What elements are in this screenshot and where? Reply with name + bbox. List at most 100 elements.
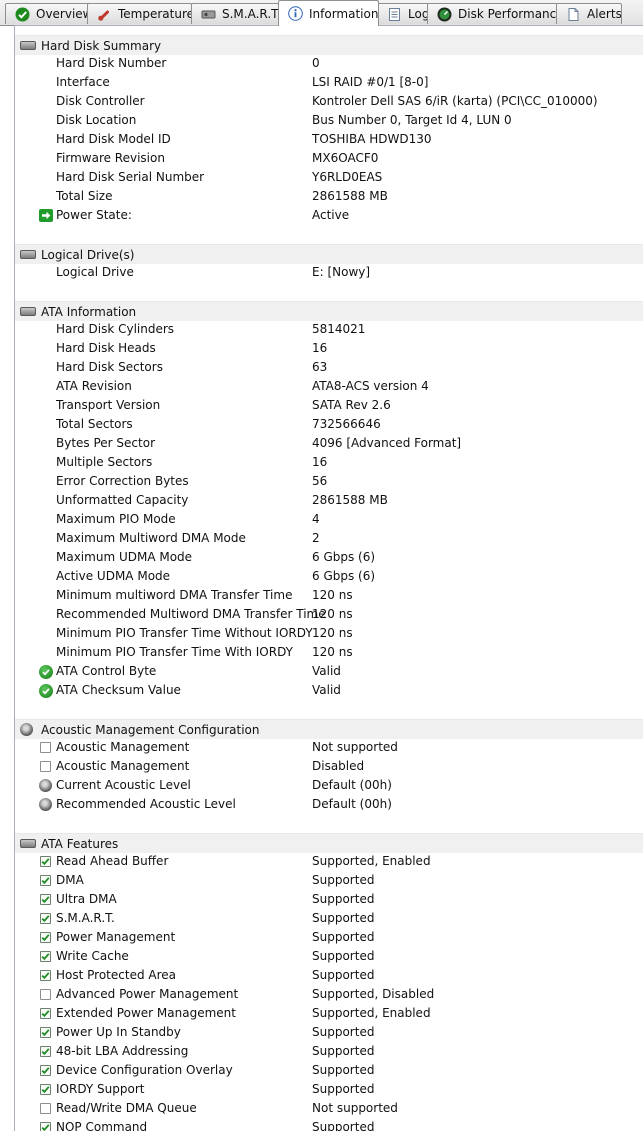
checked-checkbox-icon[interactable] xyxy=(38,1063,53,1078)
property-label: Active UDMA Mode xyxy=(56,569,171,583)
property-label: Error Correction Bytes xyxy=(56,474,189,488)
property-value: 2861588 MB xyxy=(312,493,388,507)
property-row: Minimum PIO Transfer Time With IORDY 120 … xyxy=(15,643,643,662)
property-row: Ultra DMA Supported xyxy=(15,890,643,909)
property-value: Y6RLD0EAS xyxy=(312,170,383,184)
property-value: Supported xyxy=(312,873,375,887)
property-row: Transport Version SATA Rev 2.6 xyxy=(15,396,643,415)
section-header: Logical Drive(s) xyxy=(15,244,643,264)
disk-icon xyxy=(20,838,38,850)
property-label: Power State: xyxy=(56,208,132,222)
tab-log[interactable]: Log xyxy=(377,3,430,24)
checked-checkbox-icon[interactable] xyxy=(38,1120,53,1131)
property-value: Default (00h) xyxy=(312,797,392,811)
property-label: Power Up In Standby xyxy=(56,1025,181,1039)
tab-label: Temperature xyxy=(118,7,192,21)
tab-strip: Overview Temperature S.M.A.R.T. Information… xyxy=(0,0,643,26)
property-value: 120 ns xyxy=(312,645,353,659)
tab-overview[interactable]: Overview xyxy=(5,3,91,24)
property-row: Read/Write DMA Queue Not supported xyxy=(15,1099,643,1118)
property-value: Not supported xyxy=(312,740,398,754)
section-header: Hard Disk Summary xyxy=(15,35,643,55)
tab-disk-performance[interactable]: Disk Performance xyxy=(427,3,558,24)
checked-checkbox-icon[interactable] xyxy=(38,1082,53,1097)
tab-information[interactable]: Information xyxy=(278,0,379,26)
checked-checkbox-icon[interactable] xyxy=(38,930,53,945)
checked-checkbox-icon[interactable] xyxy=(38,873,53,888)
property-value: Supported xyxy=(312,1025,375,1039)
disk-icon xyxy=(20,249,38,261)
property-row: IORDY Support Supported xyxy=(15,1080,643,1099)
property-row: Recommended Acoustic Level Default (00h) xyxy=(15,795,643,814)
property-value: Supported, Disabled xyxy=(312,987,435,1001)
checked-checkbox-icon[interactable] xyxy=(38,949,53,964)
gauge-icon xyxy=(437,7,452,22)
property-row: Minimum multiword DMA Transfer Time 120 n… xyxy=(15,586,643,605)
property-value: Supported, Enabled xyxy=(312,1006,431,1020)
property-label: Hard Disk Cylinders xyxy=(56,322,175,336)
property-value: 6 Gbps (6) xyxy=(312,550,376,564)
checked-checkbox-icon[interactable] xyxy=(38,911,53,926)
property-label: Total Sectors xyxy=(56,417,133,431)
checked-checkbox-icon[interactable] xyxy=(38,1044,53,1059)
checked-checkbox-icon[interactable] xyxy=(38,892,53,907)
section-header: ATA Features xyxy=(15,833,643,853)
property-value: 6 Gbps (6) xyxy=(312,569,376,583)
checked-checkbox-icon[interactable] xyxy=(38,1006,53,1021)
property-row: ATA Control Byte Valid xyxy=(15,662,643,681)
property-row: Logical Drive E: [Nowy] xyxy=(15,263,643,282)
property-row: Hard Disk Cylinders 5814021 xyxy=(15,320,643,339)
property-row: S.M.A.R.T. Supported xyxy=(15,909,643,928)
property-row: Disk Location Bus Number 0, Target Id 4, … xyxy=(15,111,643,130)
property-value: 120 ns xyxy=(312,607,353,621)
unchecked-checkbox-icon[interactable] xyxy=(38,759,53,774)
property-value: Supported xyxy=(312,1082,375,1096)
tab-label: Disk Performance xyxy=(458,7,558,21)
property-label: S.M.A.R.T. xyxy=(56,911,115,925)
property-row: ATA Checksum Value Valid xyxy=(15,681,643,700)
checked-checkbox-icon[interactable] xyxy=(38,854,53,869)
property-label: Minimum PIO Transfer Time Without IORDY xyxy=(56,626,313,640)
property-value: Supported, Enabled xyxy=(312,854,431,868)
property-label: ATA Control Byte xyxy=(56,664,157,678)
property-row: 48-bit LBA Addressing Supported xyxy=(15,1042,643,1061)
property-label: DMA xyxy=(56,873,84,887)
unchecked-checkbox-icon[interactable] xyxy=(38,987,53,1002)
property-value: Valid xyxy=(312,683,341,697)
property-value: 2861588 MB xyxy=(312,189,388,203)
property-row: Total Size 2861588 MB xyxy=(15,187,643,206)
property-row: ATA Revision ATA8-ACS version 4 xyxy=(15,377,643,396)
property-value: SATA Rev 2.6 xyxy=(312,398,391,412)
section-header: Acoustic Management Configuration xyxy=(15,719,643,739)
checked-checkbox-icon[interactable] xyxy=(38,1025,53,1040)
property-label: Advanced Power Management xyxy=(56,987,239,1001)
property-value: 732566646 xyxy=(312,417,381,431)
property-value: 4096 [Advanced Format] xyxy=(312,436,462,450)
property-value: 120 ns xyxy=(312,626,353,640)
information-panel: Hard Disk Summary Hard Disk Number 0 Interf… xyxy=(14,25,643,1131)
section-title: ATA Information xyxy=(41,304,137,319)
property-row: Multiple Sectors 16 xyxy=(15,453,643,472)
property-value: 16 xyxy=(312,455,328,469)
disk-icon xyxy=(20,306,38,318)
tab-s-m-a-r-t[interactable]: S.M.A.R.T. xyxy=(191,3,279,24)
property-value: 120 ns xyxy=(312,588,353,602)
property-label: Recommended Acoustic Level xyxy=(56,797,236,811)
tab-temperature[interactable]: Temperature xyxy=(87,3,192,24)
document-icon xyxy=(566,7,581,22)
property-label: Maximum Multiword DMA Mode xyxy=(56,531,246,545)
green-check-icon xyxy=(38,683,53,698)
unchecked-checkbox-icon[interactable] xyxy=(38,740,53,755)
property-label: 48-bit LBA Addressing xyxy=(56,1044,189,1058)
property-value: Supported xyxy=(312,1063,375,1077)
property-row: Power Up In Standby Supported xyxy=(15,1023,643,1042)
property-label: Read Ahead Buffer xyxy=(56,854,169,868)
property-value: 63 xyxy=(312,360,328,374)
property-row: Power Management Supported xyxy=(15,928,643,947)
section-title: Hard Disk Summary xyxy=(41,38,162,53)
property-label: Total Size xyxy=(56,189,113,203)
unchecked-checkbox-icon[interactable] xyxy=(38,1101,53,1116)
property-value: 2 xyxy=(312,531,320,545)
checked-checkbox-icon[interactable] xyxy=(38,968,53,983)
tab-alerts[interactable]: Alerts xyxy=(556,3,622,24)
